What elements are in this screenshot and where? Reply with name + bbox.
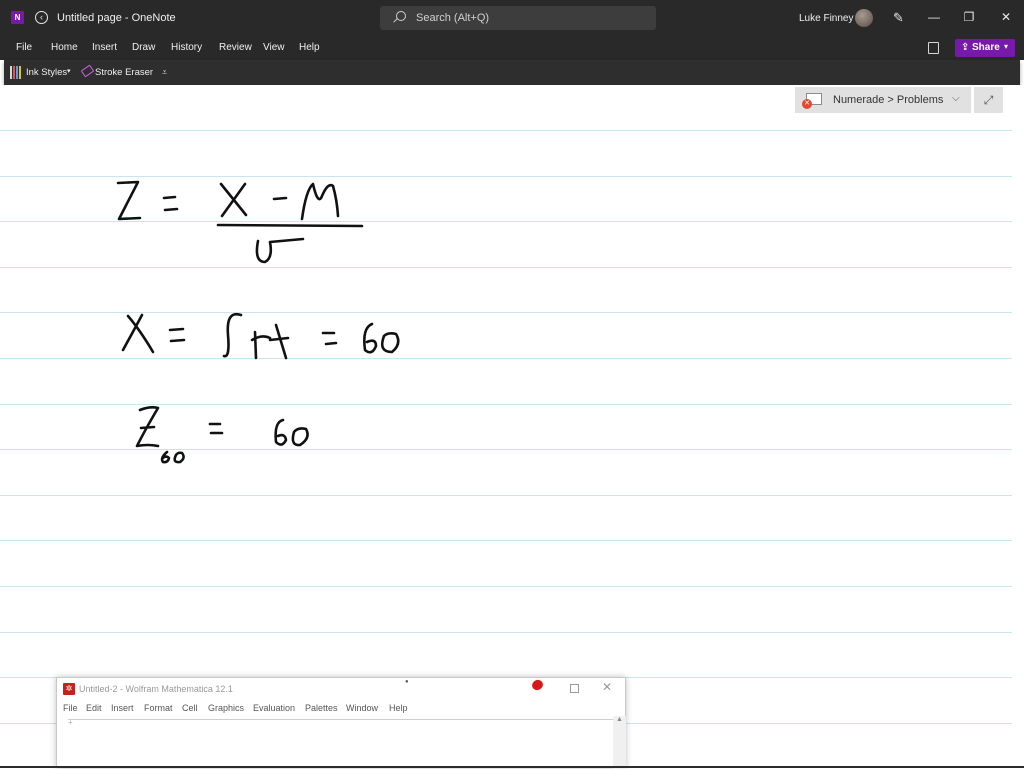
- mma-menu-window[interactable]: Window: [346, 703, 378, 713]
- handwriting-ink: [116, 180, 400, 464]
- mma-menu-format[interactable]: Format: [144, 703, 173, 713]
- ink-equals: [321, 331, 338, 346]
- equation-z60: [135, 406, 309, 464]
- close-button[interactable]: ✕: [602, 680, 612, 694]
- ink-fraction-bar: [216, 223, 364, 228]
- scroll-up-icon[interactable]: ▲: [616, 716, 623, 723]
- ink-equals: [168, 327, 186, 343]
- ink-z: [135, 406, 160, 448]
- notebook-divider: [68, 719, 613, 720]
- ink-x: [219, 182, 248, 218]
- mma-menu-help[interactable]: Help: [389, 703, 408, 713]
- ink-0: [380, 332, 400, 354]
- ink-6: [363, 322, 378, 354]
- mathematica-title: Untitled-2 - Wolfram Mathematica 12.1: [79, 684, 233, 694]
- mathematica-window[interactable]: ✲ Untitled-2 - Wolfram Mathematica 12.1 …: [56, 677, 626, 769]
- balloon-icon[interactable]: [530, 678, 545, 692]
- ink-z: [116, 180, 142, 221]
- ink-x: [121, 313, 155, 354]
- mma-menu-cell[interactable]: Cell: [182, 703, 198, 713]
- mma-menu-palettes[interactable]: Palettes: [305, 703, 338, 713]
- cell-insert-icon[interactable]: +: [68, 718, 73, 727]
- ink-6: [274, 418, 288, 446]
- vertical-scrollbar[interactable]: ▲: [613, 716, 626, 769]
- mma-menu-insert[interactable]: Insert: [111, 703, 134, 713]
- equation-z-score-formula: [116, 180, 364, 264]
- mma-menu-graphics[interactable]: Graphics: [208, 703, 244, 713]
- ink-sigma: [255, 237, 305, 264]
- mma-menu-file[interactable]: File: [63, 703, 78, 713]
- maximize-button[interactable]: [570, 684, 579, 693]
- ink-equals: [162, 195, 179, 212]
- mathematica-icon: ✲: [63, 683, 75, 695]
- mma-menu-evaluation[interactable]: Evaluation: [253, 703, 295, 713]
- ink-0: [291, 427, 309, 447]
- ink-equals: [208, 422, 224, 435]
- equation-x-value: [121, 312, 400, 360]
- window-drag-dot: ●: [405, 679, 409, 685]
- ink-integral: [222, 312, 243, 358]
- ink-subscript-6: [160, 450, 171, 464]
- mma-menu-edit[interactable]: Edit: [86, 703, 102, 713]
- ink-minus: [272, 196, 288, 201]
- ink-r: [250, 330, 272, 360]
- ink-mu: [300, 182, 340, 221]
- ink-subscript-0: [173, 451, 185, 464]
- ink-t: [268, 323, 290, 360]
